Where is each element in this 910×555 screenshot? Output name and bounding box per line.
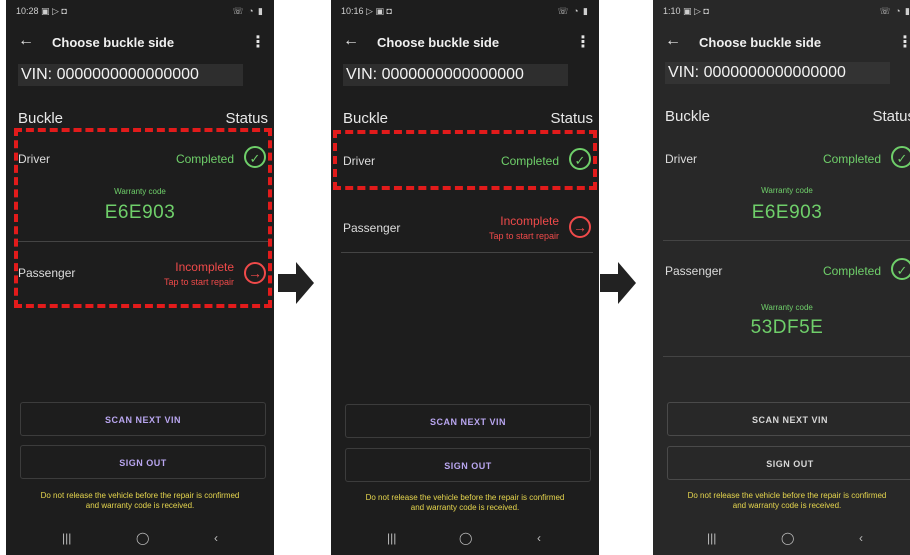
notification-icons: ▣ ▷ ◘ (41, 6, 67, 16)
scan-next-vin-button[interactable]: SCAN NEXT VIN (667, 402, 910, 436)
status-time: 1:10 (663, 6, 681, 16)
status-header: Status (550, 110, 593, 127)
passenger-status: Incomplete (500, 214, 559, 228)
tap-to-repair-hint: Tap to start repair (488, 231, 559, 241)
row-divider (663, 240, 910, 241)
highlight-box (14, 128, 272, 308)
scan-next-vin-button[interactable]: SCAN NEXT VIN (345, 404, 591, 438)
passenger-row[interactable]: Passenger Incomplete Tap to start repair… (331, 205, 599, 250)
table-header: Buckle Status (343, 110, 593, 127)
app-bar: ← Choose buckle side ⋮ (6, 32, 274, 56)
nav-bar: ||| ◯ ‹ (331, 531, 599, 545)
warning-line-1: Do not release the vehicle before the re… (40, 491, 240, 500)
flow-arrow-2-body (600, 274, 618, 292)
flow-arrow-1-icon (296, 262, 314, 304)
sign-out-button[interactable]: SIGN OUT (667, 446, 910, 480)
phone-screen-1: 10:28 ▣ ▷ ◘ ☏ ◔ ▮ ← Choose buckle side ⋮… (6, 0, 274, 555)
warning-text: Do not release the vehicle before the re… (661, 491, 910, 511)
overflow-menu-icon[interactable]: ⋮ (250, 32, 266, 52)
warning-line-1: Do not release the vehicle before the re… (687, 491, 887, 500)
passenger-status: Completed (822, 264, 881, 278)
app-bar: ← Choose buckle side ⋮ (331, 32, 599, 56)
check-circle-icon: ✓ (891, 258, 910, 280)
row-divider (663, 356, 910, 357)
app-bar: ← Choose buckle side ⋮ (653, 32, 910, 56)
buckle-header: Buckle (665, 108, 711, 125)
page-title: Choose buckle side (699, 35, 822, 50)
back-nav-icon[interactable]: ‹ (537, 531, 541, 545)
vin-field: VIN: 0000000000000000 (18, 64, 243, 86)
warning-line-2: and warranty code is received. (85, 501, 195, 510)
signal-battery-icons: ☏ ◔ ▮ (879, 6, 910, 16)
home-icon[interactable]: ◯ (781, 531, 794, 545)
sign-out-button[interactable]: SIGN OUT (20, 445, 266, 479)
flow-arrow-2-icon (618, 262, 636, 304)
page-title: Choose buckle side (377, 35, 500, 50)
back-arrow-icon[interactable]: ← (18, 32, 34, 50)
nav-bar: ||| ◯ ‹ (653, 531, 910, 545)
status-bar: 1:10 ▣ ▷ ◘ ☏ ◔ ▮ (663, 6, 910, 20)
status-header: Status (225, 110, 268, 127)
check-circle-icon: ✓ (891, 146, 910, 168)
phone-screen-3: 1:10 ▣ ▷ ◘ ☏ ◔ ▮ ← Choose buckle side ⋮ … (653, 0, 910, 555)
driver-status: Completed (822, 152, 881, 166)
back-nav-icon[interactable]: ‹ (214, 531, 218, 545)
warranty-code: E6E903 (751, 202, 823, 223)
table-header: Buckle Status (18, 110, 268, 127)
warranty-code-label: Warranty code (761, 303, 813, 312)
scan-next-vin-button[interactable]: SCAN NEXT VIN (20, 402, 266, 436)
home-icon[interactable]: ◯ (459, 531, 472, 545)
arrow-right-circle-icon[interactable]: → (569, 216, 591, 238)
status-time: 10:28 (16, 6, 39, 16)
warranty-code-label: Warranty code (761, 186, 813, 195)
signal-battery-icons: ☏ ◔ ▮ (557, 6, 589, 16)
highlight-box (333, 130, 597, 190)
sign-out-button[interactable]: SIGN OUT (345, 448, 591, 482)
status-time: 10:16 (341, 6, 364, 16)
vin-field: VIN: 0000000000000000 (665, 62, 890, 84)
table-header: Buckle Status (665, 108, 910, 125)
recent-apps-icon[interactable]: ||| (62, 531, 71, 545)
notification-icons: ▣ ▷ ◘ (683, 6, 709, 16)
warning-line-2: and warranty code is received. (410, 503, 520, 512)
signal-battery-icons: ☏ ◔ ▮ (232, 6, 264, 16)
home-icon[interactable]: ◯ (136, 531, 149, 545)
row-divider (341, 252, 593, 253)
vin-field: VIN: 0000000000000000 (343, 64, 568, 86)
recent-apps-icon[interactable]: ||| (707, 531, 716, 545)
warning-line-2: and warranty code is received. (732, 501, 842, 510)
warning-line-1: Do not release the vehicle before the re… (365, 493, 565, 502)
driver-label: Driver (665, 152, 697, 166)
recent-apps-icon[interactable]: ||| (387, 531, 396, 545)
back-arrow-icon[interactable]: ← (665, 32, 681, 50)
nav-bar: ||| ◯ ‹ (6, 531, 274, 545)
warning-text: Do not release the vehicle before the re… (339, 493, 591, 513)
buckle-header: Buckle (343, 110, 389, 127)
driver-row[interactable]: Driver Completed ✓ Warranty code E6E903 (653, 140, 910, 240)
notification-icons: ▷ ▣ ◘ (366, 6, 392, 16)
overflow-menu-icon[interactable]: ⋮ (897, 32, 910, 52)
phone-screen-2: 10:16 ▷ ▣ ◘ ☏ ◔ ▮ ← Choose buckle side ⋮… (331, 0, 599, 555)
status-bar: 10:28 ▣ ▷ ◘ ☏ ◔ ▮ (16, 6, 264, 20)
overflow-menu-icon[interactable]: ⋮ (575, 32, 591, 52)
passenger-label: Passenger (665, 264, 723, 278)
warranty-code: 53DF5E (750, 317, 824, 338)
passenger-row[interactable]: Passenger Completed ✓ Warranty code 53DF… (653, 250, 910, 350)
page-title: Choose buckle side (52, 35, 175, 50)
back-arrow-icon[interactable]: ← (343, 32, 359, 50)
flow-arrow-1-body (278, 274, 296, 292)
back-nav-icon[interactable]: ‹ (859, 531, 863, 545)
passenger-label: Passenger (343, 221, 401, 235)
warning-text: Do not release the vehicle before the re… (14, 491, 266, 511)
status-bar: 10:16 ▷ ▣ ◘ ☏ ◔ ▮ (341, 6, 589, 20)
status-header: Status (872, 108, 910, 125)
buckle-header: Buckle (18, 110, 64, 127)
